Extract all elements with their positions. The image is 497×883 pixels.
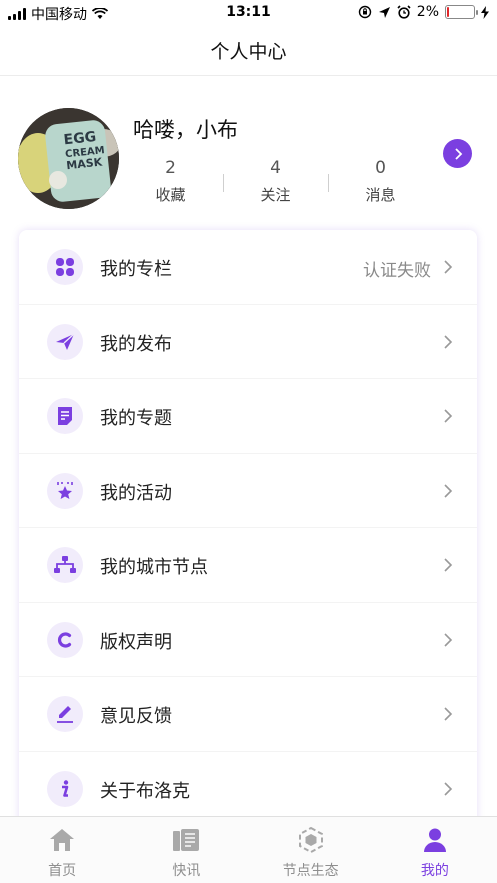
menu-label: 意见反馈: [100, 706, 172, 727]
stat-favorites[interactable]: 2 收藏: [118, 156, 223, 205]
paper-plane-icon: [47, 323, 83, 360]
verification-status: 认证失败: [363, 261, 431, 281]
menu-item-my-topics[interactable]: 我的专题: [19, 379, 477, 454]
menu-label: 我的专栏: [100, 259, 172, 280]
stat-label: 消息: [365, 186, 396, 204]
menu-label: 我的发布: [100, 333, 172, 355]
menu-item-feedback[interactable]: 意见反馈: [19, 677, 477, 752]
tab-label: 首页: [48, 863, 77, 879]
menu-label: 我的专题: [100, 408, 172, 429]
menu-label: 关于布洛克: [100, 780, 190, 802]
chevron-right-icon: [444, 409, 453, 423]
stat-value: 4: [270, 158, 281, 178]
chevron-right-icon: [444, 632, 453, 647]
tab-bar: 首页 快讯 节点生态 我的: [0, 816, 497, 883]
news-icon: [124, 825, 248, 855]
menu-item-about[interactable]: 关于布洛克: [19, 752, 477, 826]
chevron-right-icon: [444, 781, 453, 796]
network-icon: [47, 547, 83, 583]
status-bar: 中国移动 13:11 2%: [0, 0, 497, 26]
stat-label: 关注: [260, 186, 291, 204]
battery-icon: [445, 5, 478, 19]
profile-detail-button[interactable]: [443, 139, 472, 168]
chevron-right-icon: [444, 707, 453, 721]
tab-label: 节点生态: [282, 863, 339, 879]
menu-item-my-city-node[interactable]: 我的城市节点: [19, 528, 477, 603]
tab-label: 快讯: [172, 863, 201, 879]
profile-header: EGG CREAM MASK 哈喽，小布 2 收藏 4 关注 0 消息: [0, 90, 497, 220]
tab-mine[interactable]: 我的: [373, 817, 497, 883]
tab-news[interactable]: 快讯: [124, 817, 248, 883]
stat-messages[interactable]: 0 消息: [328, 156, 433, 205]
grid-icon: [47, 249, 83, 285]
avatar[interactable]: EGG CREAM MASK: [18, 108, 119, 209]
chevron-right-icon: [454, 147, 462, 160]
status-right: 2%: [358, 4, 489, 20]
stat-value: 2: [165, 158, 176, 178]
chevron-right-icon: [444, 260, 453, 274]
chevron-right-icon: [444, 334, 453, 349]
alarm-icon: [397, 5, 411, 19]
menu-item-my-posts[interactable]: 我的发布: [19, 305, 477, 379]
tab-label: 我的: [420, 863, 449, 879]
menu-list: 我的专栏 认证失败 我的发布 我的专题 我的活动 我的城市节点 版权声明 意见反…: [19, 230, 477, 830]
profile-stats: 2 收藏 4 关注 0 消息: [118, 156, 433, 205]
stat-following[interactable]: 4 关注: [223, 156, 328, 205]
tab-node-ecosystem[interactable]: 节点生态: [249, 817, 373, 883]
copyright-icon: [47, 621, 83, 658]
star-badge-icon: [47, 472, 83, 509]
home-icon: [0, 825, 124, 855]
menu-label: 版权声明: [100, 631, 172, 653]
battery-fill: [447, 7, 449, 17]
menu-item-copyright[interactable]: 版权声明: [19, 603, 477, 677]
menu-label: 我的活动: [100, 482, 172, 504]
info-icon: [47, 770, 83, 807]
avatar-text-1: EGG: [63, 129, 97, 148]
edit-icon: [47, 696, 83, 732]
lock-rotation-icon: [358, 5, 371, 19]
node-icon: [249, 825, 373, 855]
menu-label: 我的城市节点: [100, 557, 208, 578]
document-icon: [47, 398, 83, 434]
user-icon: [373, 825, 497, 855]
location-icon: [378, 6, 390, 18]
menu-item-my-activities[interactable]: 我的活动: [19, 454, 477, 528]
charging-icon: [481, 5, 489, 19]
avatar-image: EGG CREAM MASK: [18, 108, 119, 209]
nav-bar: 个人中心: [0, 26, 497, 76]
page-title: 个人中心: [210, 41, 287, 63]
chevron-right-icon: [444, 558, 453, 572]
chevron-right-icon: [444, 483, 453, 498]
tab-home[interactable]: 首页: [0, 817, 124, 883]
battery-percent: 2%: [416, 4, 439, 20]
menu-item-my-column[interactable]: 我的专栏 认证失败: [19, 230, 477, 305]
stat-label: 收藏: [155, 186, 186, 204]
greeting-text: 哈喽，小布: [133, 118, 238, 142]
stat-value: 0: [375, 158, 386, 178]
